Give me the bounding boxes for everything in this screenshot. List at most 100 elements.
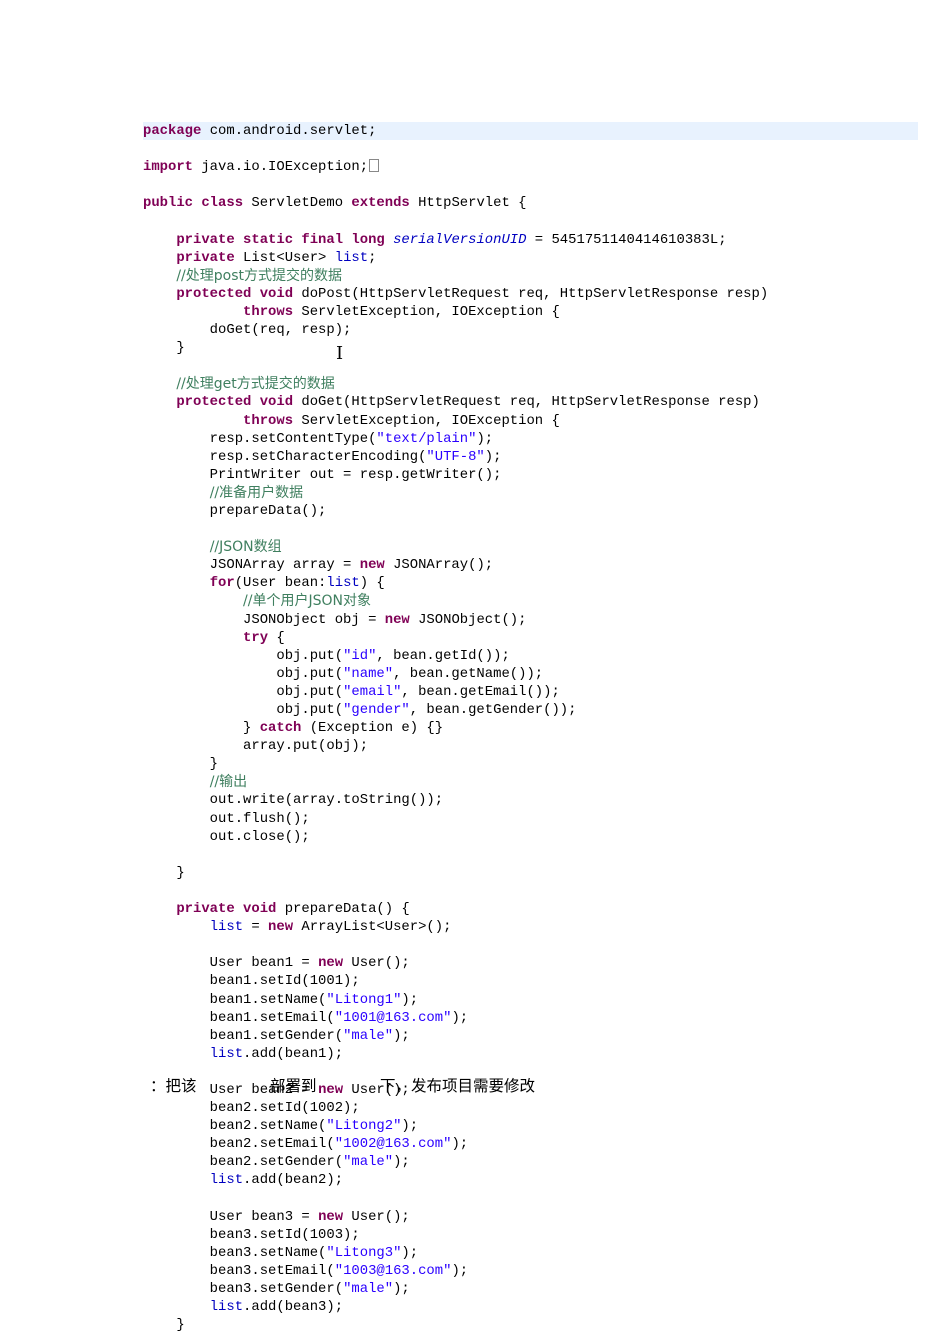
keyword: new: [318, 955, 344, 972]
comment: //准备用户数据: [209, 484, 304, 501]
code-line: bean1.setGender("male");: [143, 1027, 918, 1045]
code-line: throws ServletException, IOException {: [143, 412, 918, 430]
string-literal: "1002@163.com": [334, 1136, 452, 1153]
code-line: list.add(bean3);: [143, 1298, 918, 1316]
field-ref: list: [334, 249, 369, 266]
code-text: );: [451, 1136, 469, 1153]
code-line: bean1.setEmail("1001@163.com");: [143, 1009, 918, 1027]
code-text: );: [393, 1281, 410, 1297]
code-text: JSONArray array =: [143, 557, 360, 574]
code-text: resp.setCharacterEncoding(: [143, 448, 427, 465]
code-text: );: [393, 1027, 410, 1044]
string-literal: "id": [343, 647, 377, 664]
code-line: protected void doGet(HttpServletRequest …: [143, 393, 918, 411]
code-text: bean2.setName(: [143, 1118, 327, 1135]
code-line: bean3.setName("Litong3");: [143, 1244, 918, 1262]
code-line: //处理get方式提交的数据: [143, 375, 918, 393]
code-text: , bean.getId());: [376, 647, 510, 664]
comment: //JSON数组: [209, 539, 282, 556]
code-line: JSONArray array = new JSONArray();: [143, 556, 918, 574]
keyword: new: [268, 919, 294, 936]
code-text: User();: [343, 1208, 410, 1225]
code-text: bean1.setId(1001);: [143, 973, 360, 990]
code-text: ) {: [359, 575, 385, 592]
string-literal: "male": [343, 1027, 394, 1044]
code-line: resp.setCharacterEncoding("UTF-8");: [143, 448, 918, 466]
code-text: );: [484, 448, 502, 465]
code-text: out.write(array.toString());: [143, 792, 444, 809]
code-line: private void prepareData() {: [143, 900, 918, 918]
code-text: bean2.setId(1002);: [143, 1100, 360, 1117]
comment: //处理get方式提交的数据: [176, 376, 335, 393]
code-text: prepareData() {: [276, 901, 410, 918]
keyword: extends: [351, 195, 410, 212]
code-text: }: [143, 756, 219, 773]
code-line: for(User bean:list) {: [143, 574, 918, 592]
comment: //单个用户JSON对象: [243, 593, 371, 610]
code-text: obj.put(: [143, 647, 344, 664]
code-line: //JSON数组: [143, 538, 918, 556]
code-text: bean3.setGender(: [143, 1281, 344, 1297]
code-text: obj.put(: [143, 683, 344, 700]
code-text: ArrayList<User>();: [293, 919, 452, 936]
code-text: , bean.getName());: [393, 665, 544, 682]
code-block: package com.android.servlet; import java…: [143, 122, 918, 1334]
code-text: (Exception e) {}: [301, 720, 444, 737]
code-line: out.flush();: [143, 810, 918, 828]
code-line: bean3.setId(1003);: [143, 1226, 918, 1244]
code-text: );: [451, 1009, 469, 1026]
code-text: JSONObject obj =: [143, 611, 385, 628]
code-line: bean1.setName("Litong1");: [143, 991, 918, 1009]
string-literal: "Litong3": [326, 1244, 402, 1261]
code-text: bean2.setEmail(: [143, 1136, 335, 1153]
keyword: public class: [143, 195, 244, 212]
code-text: doPost(HttpServletRequest req, HttpServl…: [293, 285, 769, 302]
code-text: }: [143, 1317, 185, 1334]
collapsed-imports-icon[interactable]: [369, 159, 380, 173]
code-text: PrintWriter out = resp.getWriter();: [143, 466, 502, 483]
code-text: doGet(req, resp);: [143, 322, 352, 339]
code-text: java.io.IOException;: [193, 159, 369, 176]
code-line: private static final long serialVersionU…: [143, 231, 918, 249]
keyword: new: [359, 557, 385, 574]
code-text: doGet(HttpServletRequest req, HttpServle…: [293, 394, 760, 411]
code-text: );: [476, 430, 494, 447]
code-text: JSONObject();: [409, 611, 527, 628]
code-text: {: [268, 629, 285, 646]
code-text: User bean1 =: [143, 955, 319, 972]
code-text: );: [401, 1118, 419, 1135]
code-line: obj.put("email", bean.getEmail());: [143, 683, 918, 701]
code-line: } catch (Exception e) {}: [143, 719, 918, 737]
field-ref: list: [326, 575, 360, 592]
code-text: prepareData();: [143, 502, 327, 519]
code-text: );: [401, 991, 419, 1008]
code-text: }: [143, 340, 185, 357]
code-line: obj.put("gender", bean.getGender());: [143, 701, 918, 719]
keyword: protected void: [176, 394, 294, 411]
code-line: bean3.setEmail("1003@163.com");: [143, 1262, 918, 1280]
static-field-ref: serialVersionUID: [393, 231, 527, 248]
code-text: }: [143, 864, 185, 881]
string-literal: "Litong2": [326, 1118, 402, 1135]
code-line: list = new ArrayList<User>();: [143, 918, 918, 936]
code-text: bean1.setName(: [143, 991, 327, 1008]
string-literal: "male": [343, 1154, 394, 1171]
code-text: bean3.setId(1003);: [143, 1226, 360, 1243]
code-text: .add(bean1);: [243, 1045, 344, 1062]
code-line: }: [143, 339, 918, 357]
code-text: (User bean:: [234, 575, 327, 592]
code-text: bean3.setEmail(: [143, 1262, 335, 1279]
